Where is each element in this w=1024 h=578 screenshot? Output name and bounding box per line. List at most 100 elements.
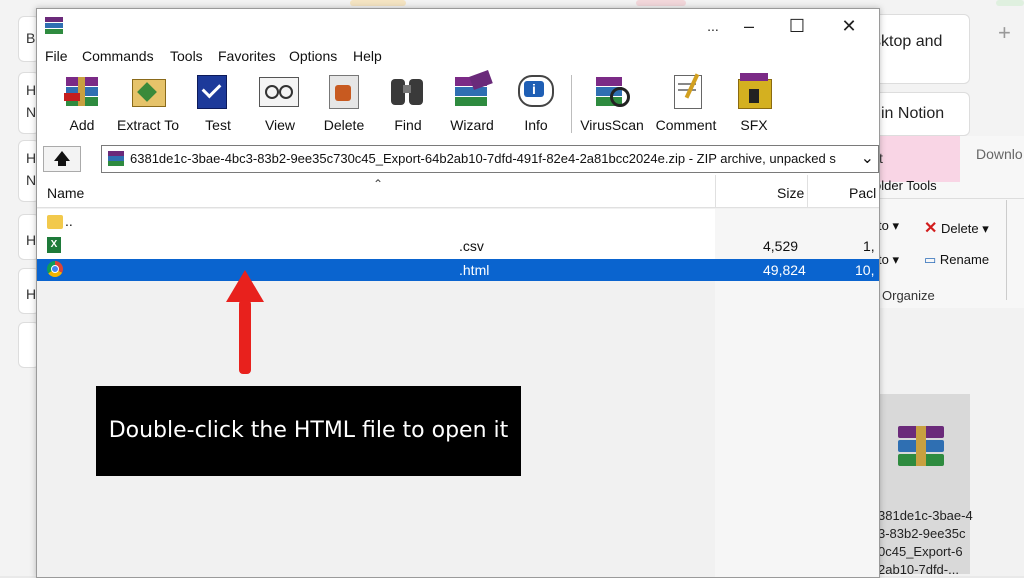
sidebar-letter: B [26, 30, 36, 46]
tool-label: Test [205, 117, 231, 133]
virus-scan-icon [594, 73, 630, 109]
tool-label: Delete [323, 117, 365, 133]
toolbar-separator [571, 75, 572, 133]
tool-label: View [264, 117, 296, 133]
maximize-button[interactable]: ☐ [775, 13, 819, 39]
menu-file[interactable]: File [45, 48, 68, 64]
sidebar-letter: H [26, 150, 37, 166]
comment-icon [668, 73, 704, 109]
folder-up-icon [47, 215, 63, 229]
view-button[interactable]: View [245, 69, 313, 139]
delete-icon [325, 73, 361, 109]
view-icon [259, 73, 299, 109]
path-dropdown-chevron-icon[interactable]: ⌄ [856, 148, 874, 168]
sidebar-letter: N [26, 104, 37, 120]
file-size: 49,824 [763, 262, 806, 278]
notion-card-text: sktop and [873, 33, 943, 50]
virus-scan-button[interactable]: VirusScan [577, 69, 647, 139]
minimize-button[interactable]: – [727, 13, 771, 39]
add-icon[interactable]: + [998, 20, 1011, 46]
info-button[interactable]: i Info [501, 69, 567, 139]
file-packed-size: 1, [863, 238, 875, 254]
list-header: Name ⌃ Size Pacl [37, 175, 879, 208]
tool-label: Comment [655, 117, 717, 133]
notion-card-in-notion[interactable]: in Notion [868, 92, 970, 136]
move-to-button[interactable]: to ▾ [878, 218, 899, 234]
instruction-caption: Double-click the HTML file to open it [96, 386, 521, 476]
archive-path: 6381de1c-3bae-4bc3-83b2-9ee35c730c45_Exp… [130, 151, 836, 166]
sort-caret-icon: ⌃ [373, 177, 384, 191]
tool-label: Extract To [117, 117, 179, 133]
rename-icon: ▭ [924, 252, 937, 267]
notion-card-desktop[interactable]: sktop and [868, 14, 970, 84]
up-folder-button[interactable] [43, 146, 81, 172]
notion-tag [636, 0, 686, 6]
menu-favorites[interactable]: Favorites [218, 48, 276, 64]
test-button[interactable]: Test [183, 69, 239, 139]
menu-commands[interactable]: Commands [82, 48, 154, 64]
rename-button[interactable]: ▭ Rename [924, 252, 989, 268]
file-name: .. [65, 213, 73, 229]
extract-to-icon [130, 73, 166, 109]
winrar-app-icon [45, 17, 63, 35]
delete-button[interactable]: Delete [309, 69, 377, 139]
delete-button[interactable]: ✕ Delete ▾ [924, 218, 989, 238]
menu-tools[interactable]: Tools [170, 48, 203, 64]
list-item-html-selected[interactable]: .html 49,824 10, [37, 259, 879, 281]
ribbon-divider [868, 198, 1024, 199]
find-button[interactable]: Find [373, 69, 441, 139]
list-item-csv[interactable]: X .csv 4,529 1, [37, 235, 879, 257]
red-arrow-annotation-icon [226, 270, 264, 374]
path-field[interactable]: 6381de1c-3bae-4bc3-83b2-9ee35c730c45_Exp… [101, 145, 879, 173]
extract-to-button[interactable]: Extract To [113, 69, 183, 139]
test-icon [193, 73, 229, 109]
sfx-button[interactable]: SFX [719, 69, 789, 139]
close-button[interactable]: ✕ [827, 13, 871, 39]
ribbon-tab-compressed[interactable]: ct [868, 136, 960, 182]
file-explorer-window: ct Downlo older Tools to ▾ to ▾ ✕ Delete… [868, 136, 1024, 577]
column-header-packed[interactable]: Pacl [849, 185, 876, 201]
notion-tag [350, 0, 406, 6]
wizard-icon [453, 70, 493, 109]
caption-text: Double-click the HTML file to open it [108, 418, 509, 443]
delete-x-icon: ✕ [924, 220, 938, 237]
notion-card-text: in Notion [881, 105, 945, 122]
wizard-button[interactable]: Wizard [437, 69, 505, 139]
sidebar-letter: H [26, 232, 37, 248]
notion-tag [996, 0, 1024, 6]
tool-label: SFX [740, 117, 768, 133]
column-header-name[interactable]: Name [47, 185, 84, 201]
info-icon: i [516, 73, 554, 109]
copy-to-button[interactable]: to ▾ [878, 252, 899, 268]
menu-help[interactable]: Help [353, 48, 382, 64]
file-name-line: 2ab10-7dfd-... [878, 562, 959, 577]
menu-options[interactable]: Options [289, 48, 337, 64]
add-button[interactable]: Add [47, 69, 117, 139]
file-extension: .html [459, 262, 490, 278]
organize-group-label: Organize [882, 288, 935, 303]
file-name-line: 3-83b2-9ee35c [878, 526, 966, 541]
tool-label: VirusScan [580, 117, 644, 133]
excel-csv-icon: X [47, 237, 61, 253]
chrome-html-icon [47, 261, 63, 277]
ribbon-tab-downloads[interactable]: Downlo [964, 136, 1024, 182]
file-extension: .csv [459, 238, 484, 254]
file-list: Name ⌃ Size Pacl .. X .csv 4,529 1, .htm… [37, 175, 879, 577]
toolbar: Add Extract To Test View Delete Find Wiz… [37, 69, 879, 139]
sfx-icon [736, 73, 772, 109]
comment-button[interactable]: Comment [651, 69, 721, 139]
list-item-parent-folder[interactable]: .. [37, 213, 879, 235]
file-name-line: 381de1c-3bae-4 [878, 508, 973, 523]
tool-label: Find [394, 117, 422, 133]
file-packed-size: 10, [855, 262, 875, 278]
add-archive-icon [64, 73, 100, 109]
address-bar: 6381de1c-3bae-4bc3-83b2-9ee35c730c45_Exp… [37, 143, 879, 173]
column-header-size[interactable]: Size [777, 185, 804, 201]
find-icon [389, 73, 425, 109]
title-bar[interactable]: ... – ☐ ✕ [37, 9, 879, 43]
ribbon-tab-label: Downlo [976, 146, 1023, 162]
menu-bar: File Commands Tools Favorites Options He… [37, 43, 879, 69]
sidebar-letter: N [26, 172, 37, 188]
up-arrow-icon [54, 151, 70, 161]
zip-archive-icon [108, 151, 124, 167]
